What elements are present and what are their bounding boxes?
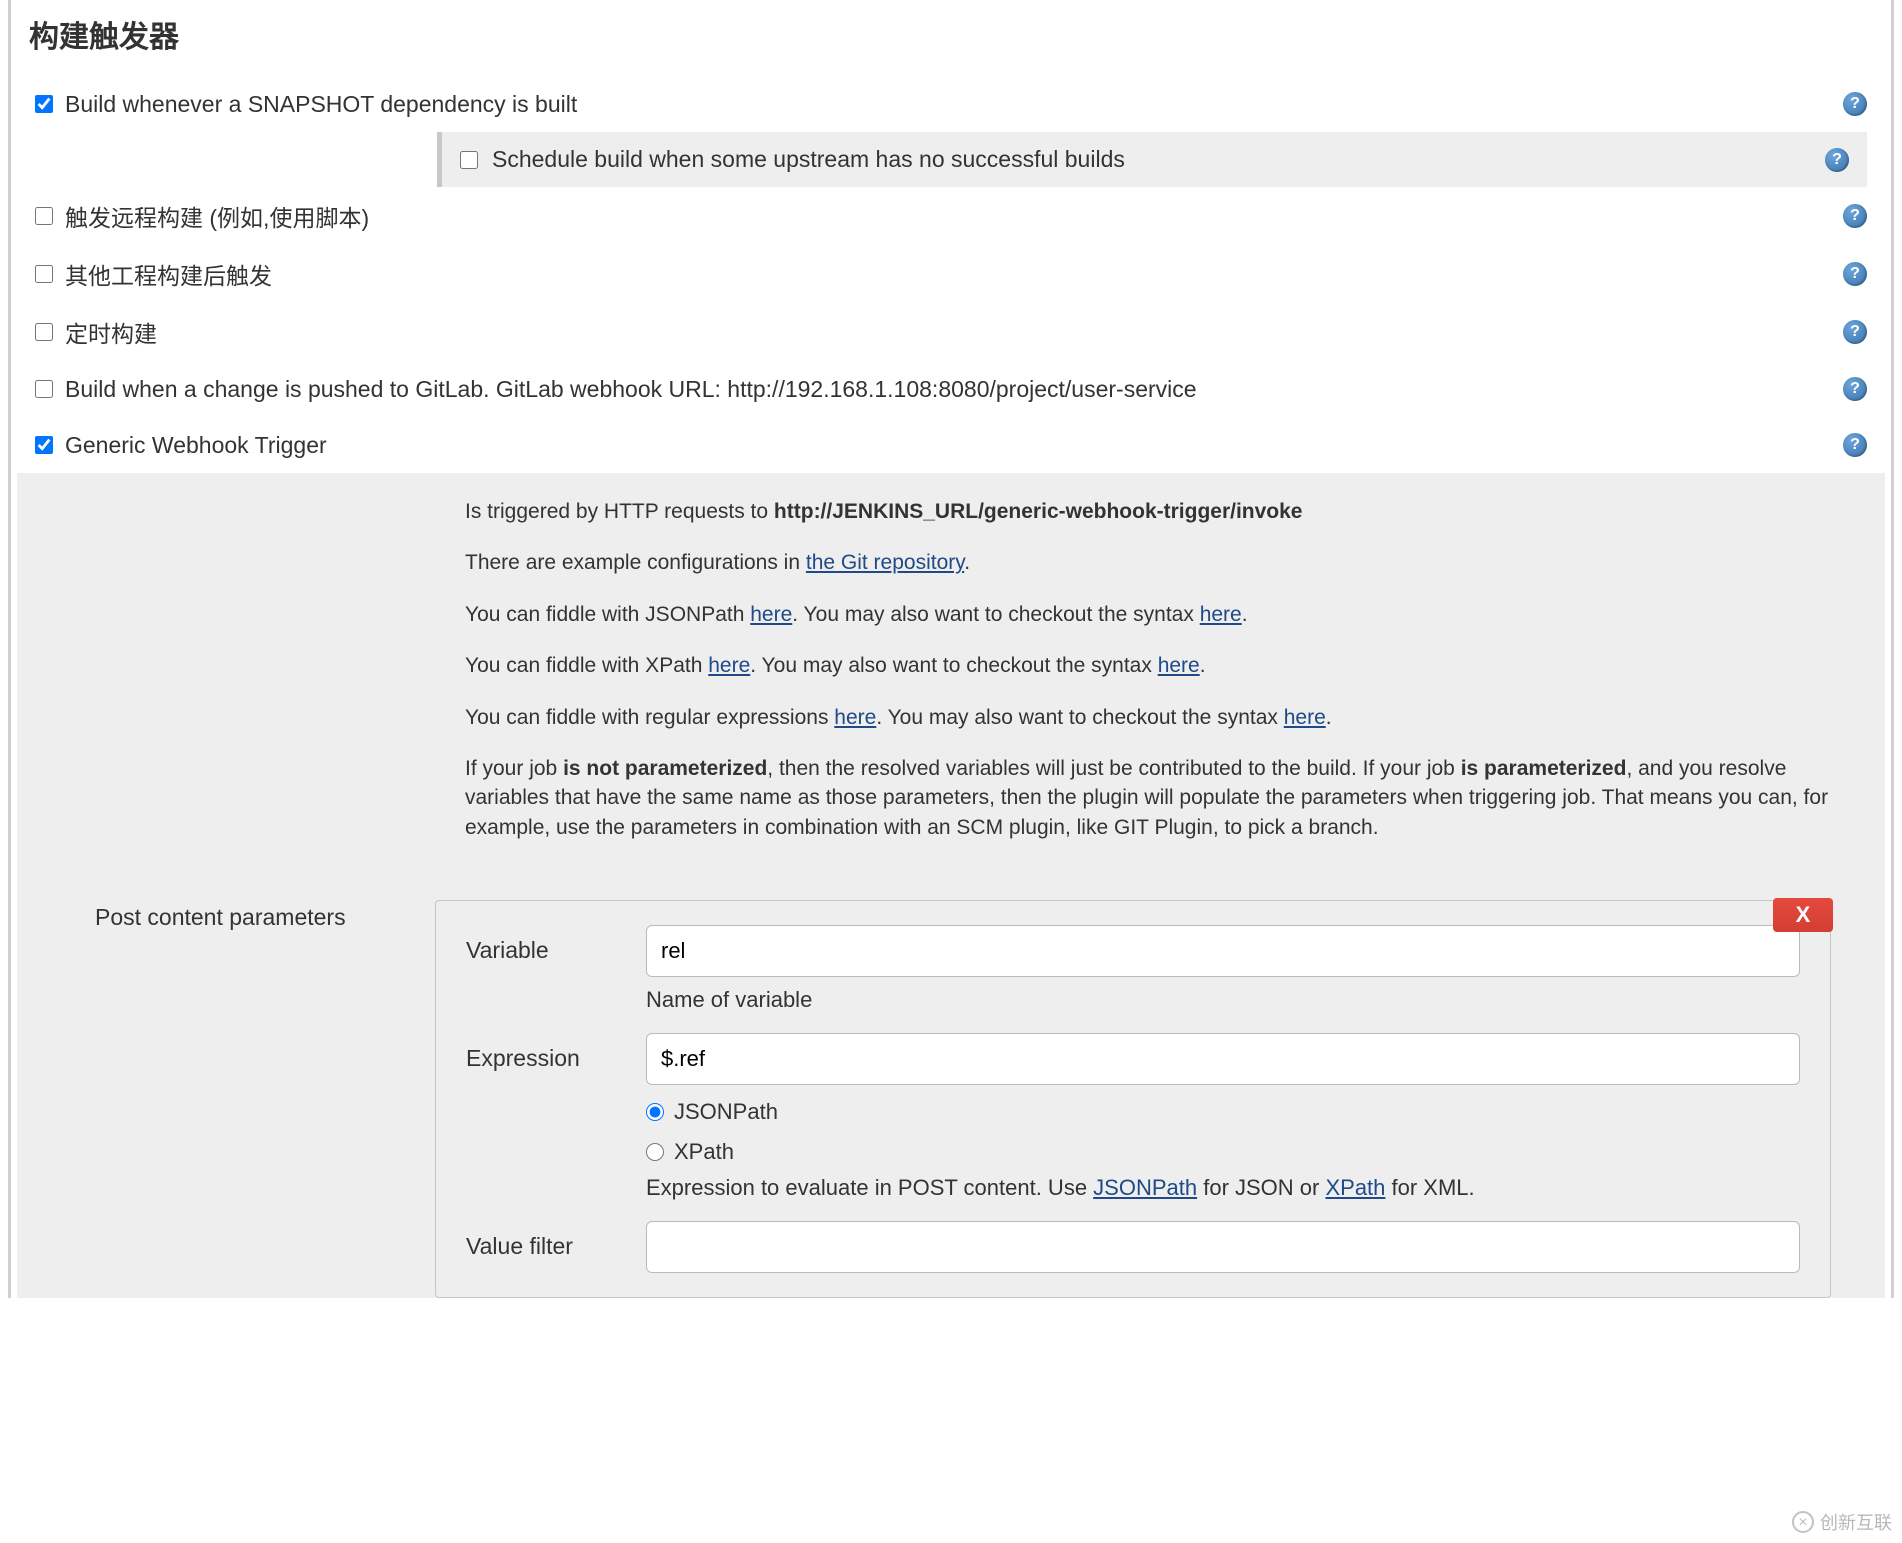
desc-text: Is triggered by HTTP requests to (465, 500, 774, 523)
desc-text: You can fiddle with regular expressions (465, 706, 834, 729)
trigger-snapshot-label: Build whenever a SNAPSHOT dependency is … (65, 91, 1843, 118)
desc-url: http://JENKINS_URL/generic-webhook-trigg… (774, 500, 1303, 523)
trigger-schedule-upstream-row: Schedule build when some upstream has no… (437, 132, 1867, 187)
watermark-icon: ✕ (1792, 1511, 1814, 1533)
xpath-syntax-link[interactable]: here (1158, 654, 1200, 677)
jsonpath-syntax-link[interactable]: here (1200, 603, 1242, 626)
trigger-after-other-label: 其他工程构建后触发 (65, 257, 1843, 291)
desc-text: There are example configurations in (465, 551, 806, 574)
xpath-radio-label[interactable]: XPath (674, 1139, 734, 1165)
xpath-link[interactable]: XPath (1325, 1175, 1385, 1200)
value-filter-input[interactable] (646, 1221, 1800, 1273)
trigger-generic-webhook-label: Generic Webhook Trigger (65, 432, 1843, 459)
trigger-schedule-upstream-label: Schedule build when some upstream has no… (492, 146, 1825, 173)
webhook-description: Is triggered by HTTP requests to http://… (437, 473, 1867, 870)
desc-text: . You may also want to checkout the synt… (750, 654, 1157, 677)
desc-strong: is not parameterized (563, 757, 767, 780)
trigger-snapshot-checkbox[interactable] (35, 95, 53, 113)
desc-text: You can fiddle with JSONPath (465, 603, 750, 626)
variable-desc: Name of variable (646, 987, 1800, 1013)
jsonpath-radio[interactable] (646, 1103, 664, 1121)
params-block: X Variable Name of variable Expression (435, 900, 1831, 1298)
trigger-after-other-checkbox[interactable] (35, 265, 53, 283)
trigger-timed-row: 定时构建 ? (17, 303, 1885, 361)
desc-text: . You may also want to checkout the synt… (792, 603, 1199, 626)
desc-text: If your job (465, 757, 563, 780)
trigger-remote-row: 触发远程构建 (例如,使用脚本) ? (17, 187, 1885, 245)
trigger-gitlab-label: Build when a change is pushed to GitLab.… (65, 376, 1843, 403)
desc-text: for JSON or (1197, 1175, 1325, 1200)
jsonpath-fiddle-link[interactable]: here (750, 603, 792, 626)
value-filter-label: Value filter (466, 1221, 646, 1273)
help-icon[interactable]: ? (1843, 433, 1867, 457)
trigger-timed-checkbox[interactable] (35, 323, 53, 341)
desc-strong: is parameterized (1461, 757, 1627, 780)
post-content-params-section: Post content parameters X Variable Name … (17, 870, 1885, 1298)
delete-param-button[interactable]: X (1773, 898, 1833, 932)
help-icon[interactable]: ? (1843, 262, 1867, 286)
regex-fiddle-link[interactable]: here (834, 706, 876, 729)
trigger-snapshot-row: Build whenever a SNAPSHOT dependency is … (17, 76, 1885, 132)
variable-input[interactable] (646, 925, 1800, 977)
jsonpath-radio-label[interactable]: JSONPath (674, 1099, 778, 1125)
trigger-timed-label: 定时构建 (65, 315, 1843, 349)
watermark: ✕ 创新互联 (1792, 1509, 1892, 1535)
trigger-generic-webhook-checkbox[interactable] (35, 436, 53, 454)
trigger-generic-webhook-row: Generic Webhook Trigger ? (17, 417, 1885, 473)
trigger-remote-label: 触发远程构建 (例如,使用脚本) (65, 199, 1843, 233)
help-icon[interactable]: ? (1843, 377, 1867, 401)
section-title: 构建触发器 (17, 0, 1885, 76)
help-icon[interactable]: ? (1843, 320, 1867, 344)
watermark-text: 创新互联 (1820, 1509, 1892, 1535)
trigger-gitlab-row: Build when a change is pushed to GitLab.… (17, 361, 1885, 417)
desc-text: You can fiddle with XPath (465, 654, 708, 677)
trigger-gitlab-checkbox[interactable] (35, 380, 53, 398)
desc-text: for XML. (1385, 1175, 1474, 1200)
params-section-label: Post content parameters (35, 900, 435, 1298)
regex-syntax-link[interactable]: here (1284, 706, 1326, 729)
xpath-radio[interactable] (646, 1143, 664, 1161)
git-repo-link[interactable]: the Git repository (806, 551, 964, 574)
desc-text: , then the resolved variables will just … (767, 757, 1460, 780)
desc-text: . You may also want to checkout the synt… (876, 706, 1283, 729)
desc-text: Expression to evaluate in POST content. … (646, 1175, 1093, 1200)
jsonpath-link[interactable]: JSONPath (1093, 1175, 1197, 1200)
help-icon[interactable]: ? (1825, 148, 1849, 172)
help-icon[interactable]: ? (1843, 204, 1867, 228)
help-icon[interactable]: ? (1843, 92, 1867, 116)
trigger-schedule-upstream-checkbox[interactable] (460, 151, 478, 169)
variable-label: Variable (466, 925, 646, 1013)
expression-label: Expression (466, 1033, 646, 1201)
expression-desc: Expression to evaluate in POST content. … (646, 1175, 1800, 1201)
trigger-after-other-row: 其他工程构建后触发 ? (17, 245, 1885, 303)
trigger-remote-checkbox[interactable] (35, 207, 53, 225)
expression-input[interactable] (646, 1033, 1800, 1085)
xpath-fiddle-link[interactable]: here (708, 654, 750, 677)
